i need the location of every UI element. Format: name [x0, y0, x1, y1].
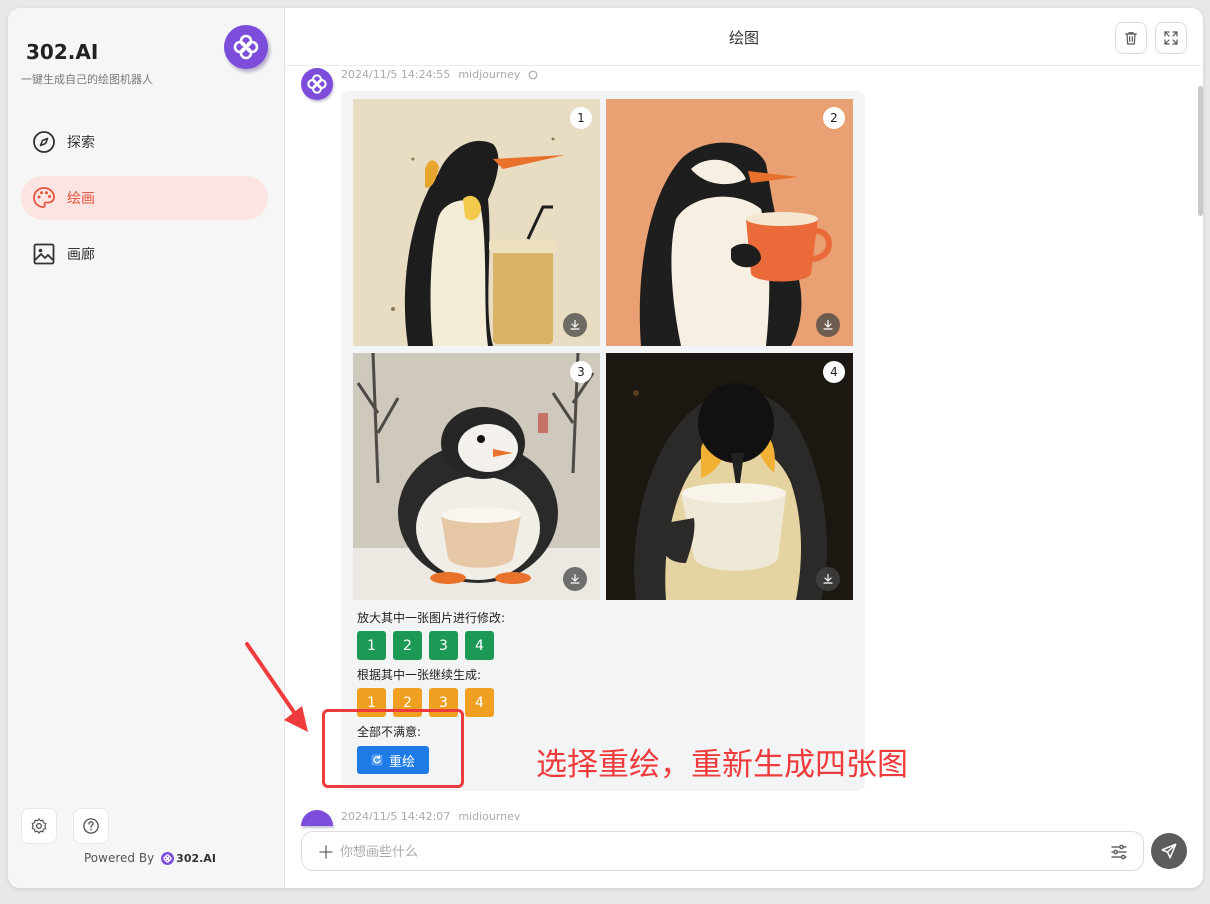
prompt-input-container — [301, 831, 1144, 871]
annotation-highlight-box — [322, 709, 464, 788]
download-button[interactable] — [563, 313, 587, 337]
bot-avatar — [301, 810, 333, 826]
sidebar-item-label: 探索 — [67, 135, 95, 151]
trash-icon — [1125, 32, 1137, 45]
annotation-text: 选择重绘，重新生成四张图 — [536, 747, 908, 783]
help-button[interactable] — [73, 808, 109, 844]
prompt-input[interactable] — [340, 842, 1100, 862]
app-title: 302.AI — [26, 40, 99, 64]
generated-image-4[interactable]: 4 — [606, 353, 853, 600]
generated-image-2[interactable]: 2 — [606, 99, 853, 346]
download-icon — [823, 573, 833, 584]
generated-image-3[interactable]: 3 — [353, 353, 600, 600]
image-icon — [32, 242, 56, 266]
flower-logo-icon — [224, 25, 268, 69]
send-button[interactable] — [1151, 833, 1187, 869]
bot-avatar — [301, 68, 333, 100]
download-button[interactable] — [816, 567, 840, 591]
upscale-button-2[interactable]: 2 — [393, 631, 422, 660]
upscale-button-4[interactable]: 4 — [465, 631, 494, 660]
compass-icon — [32, 130, 56, 154]
download-icon — [570, 573, 580, 584]
send-icon — [1161, 843, 1177, 859]
sidebar-item-painting[interactable]: 绘画 — [21, 176, 268, 220]
message-timestamp: 2024/11/5 14:24:55 — [341, 68, 451, 81]
upscale-button-1[interactable]: 1 — [357, 631, 386, 660]
variation-button-4[interactable]: 4 — [465, 688, 494, 717]
message-timestamp: 2024/11/5 14:42:07 — [341, 810, 451, 820]
message-meta: 2024/11/5 14:42:07 midjourney — [341, 810, 520, 820]
message-model: midjourney — [458, 68, 521, 81]
sidebar-item-label: 画廊 — [67, 247, 95, 263]
image-number-badge: 2 — [823, 107, 845, 129]
fullscreen-button[interactable] — [1155, 22, 1187, 54]
sidebar: 302.AI 一键生成自己的绘图机器人 探索 绘画 画廊 Powered By … — [8, 8, 285, 888]
refresh-status-icon — [529, 70, 538, 79]
sidebar-item-label: 绘画 — [67, 191, 95, 207]
settings-button[interactable] — [21, 808, 57, 844]
download-icon — [570, 319, 580, 330]
message-meta: 2024/11/5 14:24:55 midjourney — [341, 68, 538, 81]
delete-button[interactable] — [1115, 22, 1147, 54]
powered-by: Powered By 302.AI — [84, 851, 216, 865]
page-title: 绘图 — [728, 29, 759, 47]
generated-image-1[interactable]: 1 — [353, 99, 600, 346]
message-model: midjourney — [458, 810, 521, 820]
variation-label: 根据其中一张继续生成: — [357, 668, 482, 682]
annotation-arrow — [245, 642, 308, 732]
image-number-badge: 3 — [570, 361, 592, 383]
image-result-card: 1 2 3 4 放大其中一张图片进行修改: 1 2 3 4 根据其中一张继续生成… — [341, 91, 865, 791]
topbar: 绘图 — [285, 8, 1203, 66]
image-number-badge: 1 — [570, 107, 592, 129]
app-subtitle: 一键生成自己的绘图机器人 — [21, 73, 153, 86]
palette-icon — [32, 186, 56, 210]
sidebar-item-explore[interactable]: 探索 — [21, 120, 268, 164]
upscale-button-3[interactable]: 3 — [429, 631, 458, 660]
sidebar-item-gallery[interactable]: 画廊 — [21, 232, 268, 276]
download-button[interactable] — [563, 567, 587, 591]
fullscreen-icon — [1164, 31, 1178, 45]
settings-icon — [31, 818, 47, 834]
settings-sliders-icon[interactable] — [1109, 842, 1129, 862]
image-number-badge: 4 — [823, 361, 845, 383]
download-icon — [823, 319, 833, 330]
download-button[interactable] — [816, 313, 840, 337]
add-icon[interactable] — [318, 844, 334, 860]
scrollbar[interactable] — [1198, 86, 1203, 216]
upscale-label: 放大其中一张图片进行修改: — [357, 611, 506, 625]
help-icon — [83, 818, 99, 834]
mini-logo-icon — [161, 851, 175, 865]
